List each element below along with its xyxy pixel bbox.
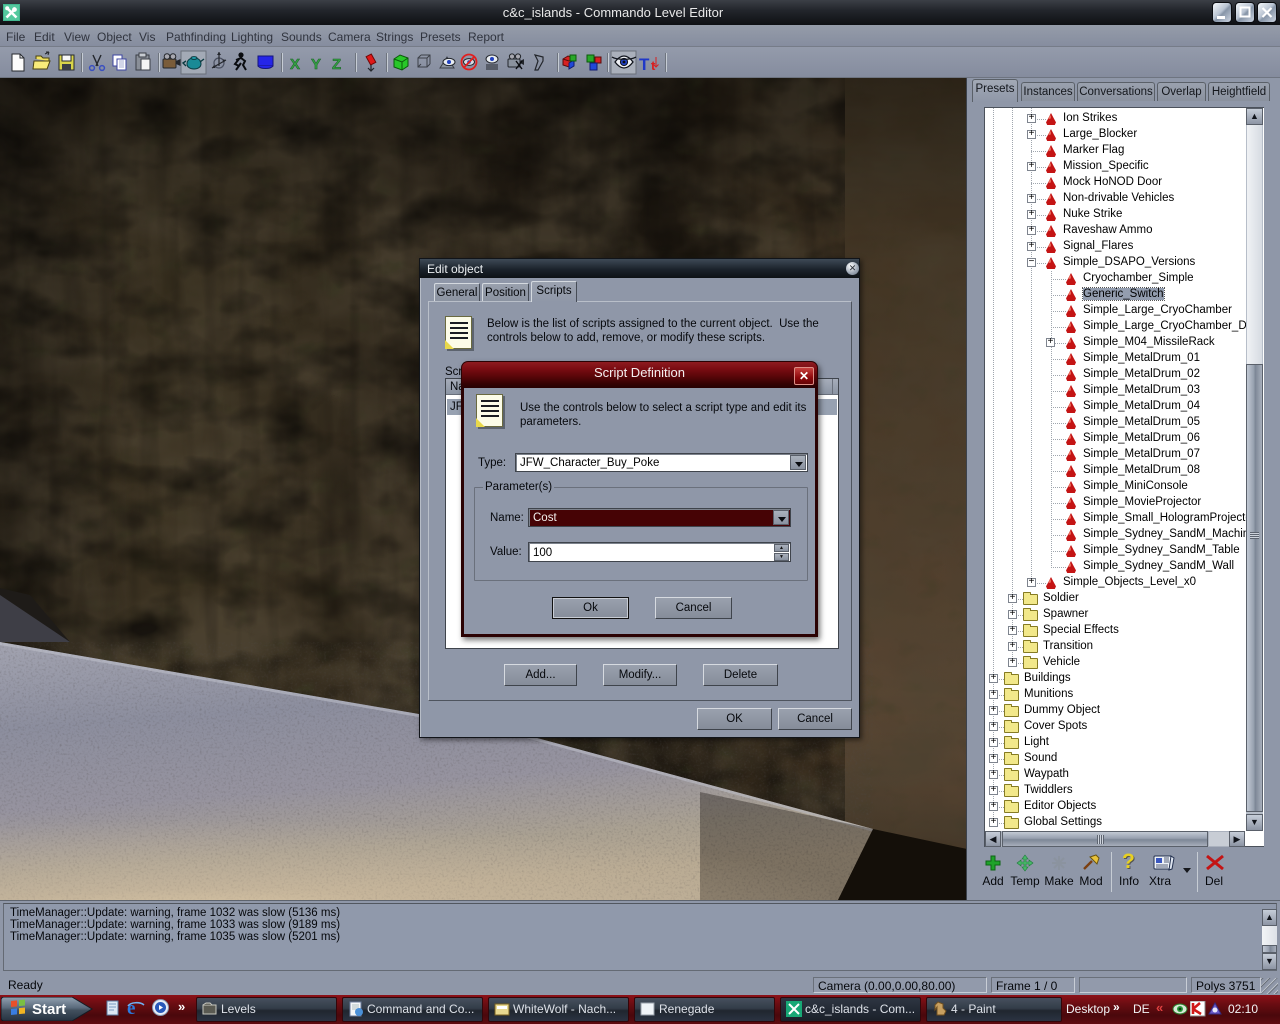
svg-text:Start: Start: [32, 1001, 66, 1018]
svg-text:Z: Z: [332, 56, 341, 73]
svg-text:e: e: [127, 998, 135, 1017]
svg-text:Y: Y: [311, 56, 321, 73]
svg-text:X: X: [290, 56, 300, 73]
svg-text:t: t: [651, 58, 656, 73]
svg-text:T: T: [639, 55, 650, 74]
